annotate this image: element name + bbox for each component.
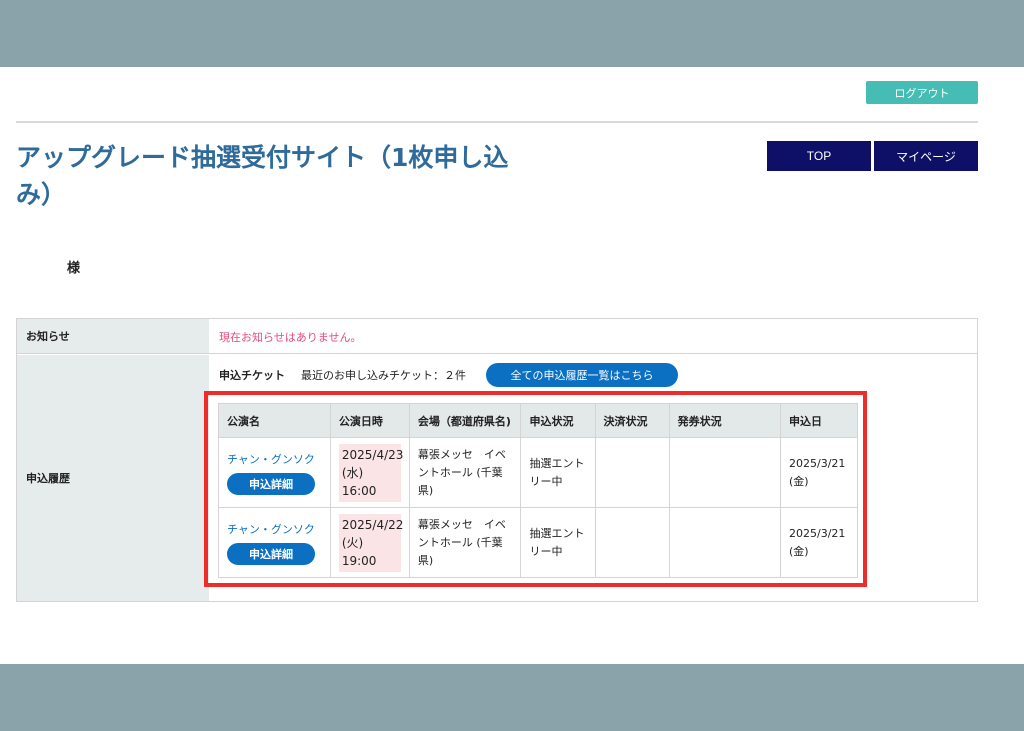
performance-link[interactable]: チャン・グンソク bbox=[227, 451, 322, 469]
applied-weekday: (金) bbox=[789, 544, 809, 558]
applied-date-cell: 2025/3/21 (金) bbox=[780, 507, 858, 578]
ticketing-cell bbox=[668, 507, 782, 578]
application-detail-button[interactable]: 申込詳細 bbox=[227, 472, 315, 495]
date-line: 2025/4/22 bbox=[341, 517, 404, 532]
application-detail-button[interactable]: 申込詳細 bbox=[227, 542, 315, 565]
applied-weekday: (金) bbox=[789, 474, 809, 488]
logout-button[interactable]: ログアウト bbox=[866, 81, 978, 104]
notice-label: お知らせ bbox=[17, 319, 209, 353]
payment-cell bbox=[594, 507, 670, 578]
column-header: 会場（都道府県名) bbox=[408, 403, 522, 438]
bottom-band bbox=[0, 664, 1024, 731]
weekday-line: (水) bbox=[341, 465, 364, 480]
ticket-label: 申込チケット bbox=[219, 369, 285, 382]
column-header: 公演名 bbox=[218, 403, 331, 438]
time-line: 16:00 bbox=[341, 483, 377, 498]
performance-date-cell: 2025/4/22 (火) 19:00 bbox=[329, 507, 410, 578]
performance-link[interactable]: チャン・グンソク bbox=[227, 521, 322, 539]
performance-cell: チャン・グンソク 申込詳細 bbox=[218, 437, 331, 508]
status-cell: 抽選エントリー中 bbox=[520, 507, 596, 578]
applied-date: 2025/3/21 bbox=[789, 456, 846, 470]
notice-row: お知らせ 現在お知らせはありません。 bbox=[17, 319, 977, 354]
time-line: 19:00 bbox=[341, 553, 377, 568]
column-header: 決済状況 bbox=[594, 403, 670, 438]
column-header: 申込状況 bbox=[520, 403, 596, 438]
performance-cell: チャン・グンソク 申込詳細 bbox=[218, 507, 331, 578]
top-band bbox=[0, 0, 1024, 67]
notice-text: 現在お知らせはありません。 bbox=[219, 330, 362, 344]
page-title: アップグレード抽選受付サイト（1枚申し込み） bbox=[16, 143, 509, 209]
table-row: チャン・グンソク 申込詳細 2025/4/22 (火) 19:00 幕張メッセ … bbox=[218, 507, 858, 578]
performance-date: 2025/4/23 (水) 16:00 bbox=[338, 443, 404, 502]
applied-date: 2025/3/21 bbox=[789, 526, 846, 540]
weekday-line: (火) bbox=[341, 535, 364, 550]
table-row: チャン・グンソク 申込詳細 2025/4/23 (水) 16:00 幕張メッセ … bbox=[218, 437, 858, 508]
ticket-count: 最近のお申し込みチケット：２件 bbox=[301, 369, 466, 382]
application-table: 公演名 公演日時 会場（都道府県名) 申込状況 決済状況 発券状況 申込日 チャ… bbox=[218, 403, 858, 578]
column-header: 発券状況 bbox=[668, 403, 782, 438]
header-divider bbox=[16, 121, 978, 123]
ticketing-cell bbox=[668, 437, 782, 508]
status-cell: 抽選エントリー中 bbox=[520, 437, 596, 508]
applied-date-cell: 2025/3/21 (金) bbox=[780, 437, 858, 508]
nav-mypage-button[interactable]: マイページ bbox=[874, 141, 978, 171]
ticket-summary: 申込チケット 最近のお申し込みチケット：２件 全ての申込履歴一覧はこちら bbox=[219, 363, 678, 387]
payment-cell bbox=[594, 437, 670, 508]
column-header: 申込日 bbox=[780, 403, 858, 438]
performance-date-cell: 2025/4/23 (水) 16:00 bbox=[329, 437, 410, 508]
history-label: 申込履歴 bbox=[17, 355, 209, 601]
user-greeting: 様 bbox=[67, 261, 81, 276]
all-history-button[interactable]: 全ての申込履歴一覧はこちら bbox=[486, 363, 678, 387]
nav-top-button[interactable]: TOP bbox=[767, 141, 871, 171]
date-line: 2025/4/23 bbox=[341, 447, 404, 462]
column-header: 公演日時 bbox=[329, 403, 410, 438]
venue-cell: 幕張メッセ イベントホール (千葉県) bbox=[408, 437, 522, 508]
venue-cell: 幕張メッセ イベントホール (千葉県) bbox=[408, 507, 522, 578]
performance-date: 2025/4/22 (火) 19:00 bbox=[338, 513, 404, 572]
table-header-row: 公演名 公演日時 会場（都道府県名) 申込状況 決済状況 発券状況 申込日 bbox=[218, 403, 858, 438]
